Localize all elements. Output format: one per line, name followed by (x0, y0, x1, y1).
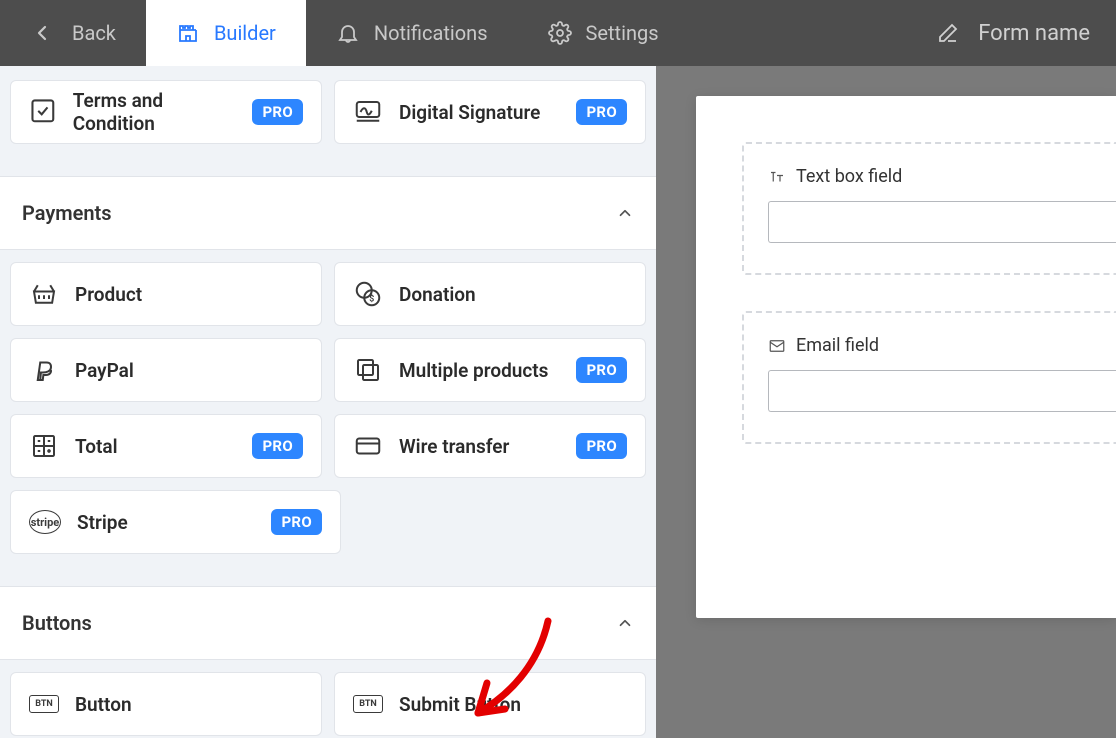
field-stripe[interactable]: stripe Stripe PRO (10, 490, 341, 554)
section-title: Payments (22, 201, 112, 225)
button-icon: BTN (29, 695, 59, 713)
field-button[interactable]: BTN Button (10, 672, 322, 736)
section-payments-header[interactable]: Payments (0, 176, 656, 250)
empty-slot (353, 490, 646, 554)
text-box-input[interactable] (768, 201, 1116, 243)
pro-badge: PRO (252, 433, 303, 459)
field-label: Product (75, 283, 142, 306)
field-label: Multiple products (399, 359, 548, 382)
canvas-field-label: Email field (796, 335, 879, 356)
svg-text:$: $ (369, 294, 374, 305)
field-label: Submit Button (399, 693, 521, 716)
pro-badge: PRO (576, 357, 627, 383)
button-icon: BTN (353, 695, 383, 713)
castle-icon (176, 21, 200, 45)
field-digital-signature[interactable]: Digital Signature PRO (334, 80, 646, 144)
pro-badge: PRO (271, 509, 322, 535)
back-label: Back (72, 21, 116, 45)
chevron-up-icon (616, 204, 634, 222)
fields-panel: Terms and Condition PRO Digital Signatur… (0, 66, 656, 738)
checkbox-icon (29, 97, 57, 127)
back-button[interactable]: Back (0, 0, 146, 66)
field-product[interactable]: Product (10, 262, 322, 326)
email-input[interactable] (768, 370, 1116, 412)
field-label: Digital Signature (399, 101, 540, 124)
field-donation[interactable]: $ Donation (334, 262, 646, 326)
calculator-icon (29, 431, 59, 461)
canvas-field-label: Text box field (796, 166, 902, 187)
text-type-icon (768, 168, 786, 186)
form-name-edit[interactable]: Form name (910, 0, 1116, 66)
field-label: PayPal (75, 359, 134, 382)
pro-badge: PRO (252, 99, 303, 125)
field-total[interactable]: Total PRO (10, 414, 322, 478)
canvas-field-email[interactable]: Email field (742, 311, 1116, 444)
signature-icon (353, 97, 383, 127)
credit-card-icon (353, 431, 383, 461)
chevron-left-icon (30, 21, 54, 45)
chevron-up-icon (616, 614, 634, 632)
gear-icon (548, 21, 572, 45)
header-spacer (689, 0, 911, 66)
basket-icon (29, 279, 59, 309)
main-area: Terms and Condition PRO Digital Signatur… (0, 66, 1116, 738)
form-canvas[interactable]: Text box field Email field (696, 96, 1116, 618)
canvas-field-text[interactable]: Text box field (742, 142, 1116, 275)
tab-settings[interactable]: Settings (518, 0, 689, 66)
field-paypal[interactable]: PayPal (10, 338, 322, 402)
coins-icon: $ (353, 279, 383, 309)
pencil-square-icon (936, 21, 960, 45)
field-terms-and-condition[interactable]: Terms and Condition PRO (10, 80, 322, 144)
paypal-icon (29, 355, 59, 385)
tab-notifications[interactable]: Notifications (306, 0, 518, 66)
field-submit-button[interactable]: BTN Submit Button (334, 672, 646, 736)
section-buttons-header[interactable]: Buttons (0, 586, 656, 660)
field-label: Button (75, 693, 132, 716)
app-header: Back Builder Notifications Settings Form… (0, 0, 1116, 66)
field-label: Wire transfer (399, 435, 509, 458)
field-multiple-products[interactable]: Multiple products PRO (334, 338, 646, 402)
field-label: Donation (399, 283, 476, 306)
tab-notifications-label: Notifications (374, 21, 488, 45)
field-label: Terms and Condition (73, 89, 237, 135)
stripe-icon: stripe (29, 510, 61, 534)
tab-builder[interactable]: Builder (146, 0, 306, 66)
field-label: Total (75, 435, 118, 458)
tab-builder-label: Builder (214, 21, 276, 45)
pro-badge: PRO (576, 99, 627, 125)
canvas-area: Text box field Email field (656, 66, 1116, 738)
tab-settings-label: Settings (586, 21, 659, 45)
envelope-icon (768, 337, 786, 355)
field-label: Stripe (77, 511, 128, 534)
field-wire-transfer[interactable]: Wire transfer PRO (334, 414, 646, 478)
copy-icon (353, 355, 383, 385)
bell-icon (336, 21, 360, 45)
pro-badge: PRO (576, 433, 627, 459)
section-title: Buttons (22, 611, 92, 635)
form-name-placeholder: Form name (978, 21, 1090, 46)
